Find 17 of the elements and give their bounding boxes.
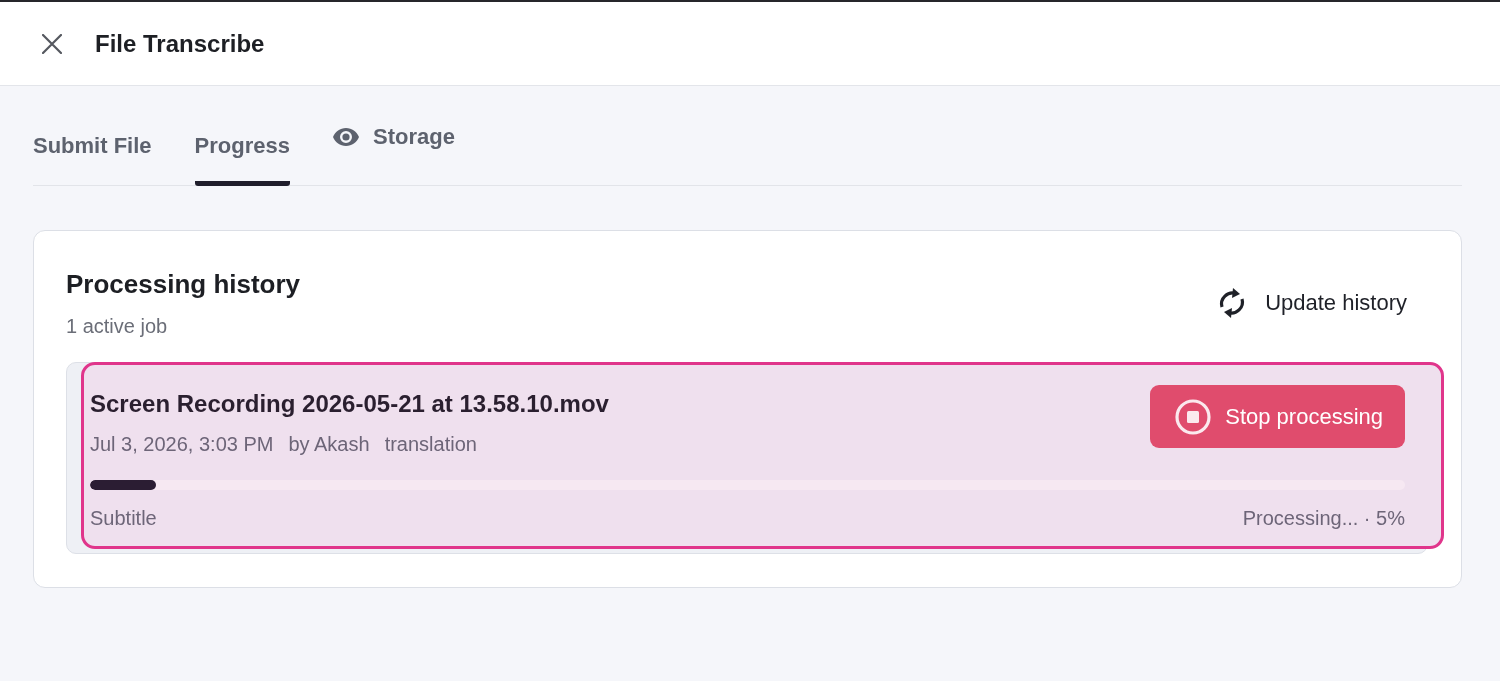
job-status: Processing... · 5%	[1242, 506, 1405, 530]
close-icon	[42, 33, 62, 54]
update-history-button[interactable]: Update history	[1216, 285, 1407, 321]
tab[interactable]: Progress	[194, 130, 290, 186]
window-title: File Transcribe	[95, 29, 265, 58]
stop-icon	[1175, 398, 1212, 435]
active-job-count: 1 active job	[66, 314, 169, 338]
job-task: translation	[384, 432, 477, 456]
stop-processing-button[interactable]: Stop processing	[1150, 385, 1405, 448]
section-title: Processing history	[66, 268, 301, 300]
tab[interactable]: Submit File	[33, 130, 152, 186]
eye-icon	[332, 128, 359, 146]
job-author: by Akash	[288, 432, 370, 456]
job-date: Jul 3, 2026, 3:03 PM	[90, 432, 274, 456]
tab[interactable]: Storage	[332, 124, 455, 186]
file-name: Screen Recording 2026-05-21 at 13.58.10.mov	[90, 389, 609, 419]
job-type: Subtitle	[90, 506, 157, 530]
